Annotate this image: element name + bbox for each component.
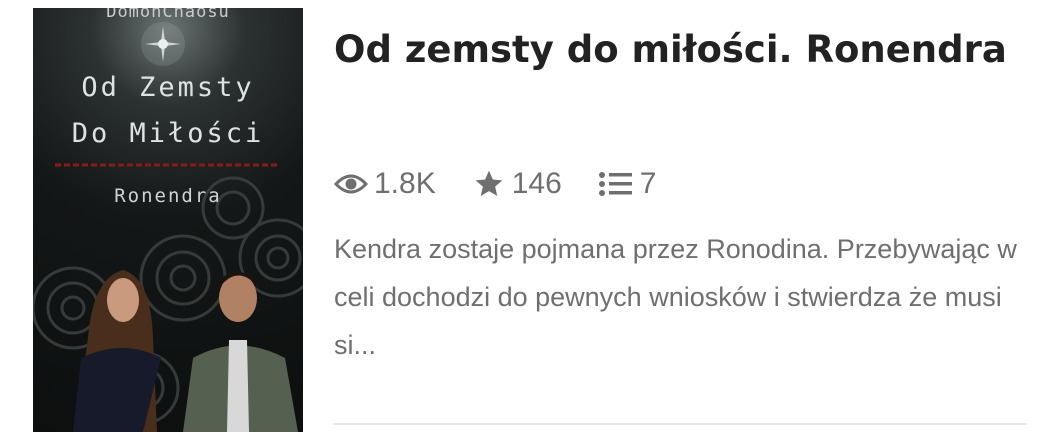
votes-stat: 146 bbox=[472, 167, 562, 201]
book-cover[interactable]: DomonChaosu Od Zemsty Do Miłości Ronendr… bbox=[33, 8, 303, 432]
story-stats: 1.8K 146 7 bbox=[334, 164, 692, 204]
divider bbox=[333, 423, 1027, 425]
eye-icon bbox=[334, 174, 368, 194]
story-description: Kendra zostaje pojmana przez Ronodina. P… bbox=[334, 234, 1017, 360]
list-icon bbox=[598, 172, 632, 196]
cover-subtitle: Ronendra bbox=[114, 185, 222, 207]
cover-author: DomonChaosu bbox=[106, 8, 230, 22]
votes-count: 146 bbox=[511, 167, 562, 200]
parts-count: 7 bbox=[639, 167, 657, 200]
cover-title-line-2: Do Miłości bbox=[71, 118, 265, 149]
cover-title-line-1: Od Zemsty bbox=[81, 72, 255, 103]
reads-count: 1.8K bbox=[374, 167, 436, 200]
parts-stat: 7 bbox=[598, 167, 657, 201]
story-card[interactable]: DomonChaosu Od Zemsty Do Miłości Ronendr… bbox=[0, 0, 1060, 437]
star-icon bbox=[475, 170, 503, 196]
story-title[interactable]: Od zemsty do miłości. Ronendra bbox=[334, 22, 1034, 78]
reads-stat: 1.8K bbox=[334, 167, 436, 201]
